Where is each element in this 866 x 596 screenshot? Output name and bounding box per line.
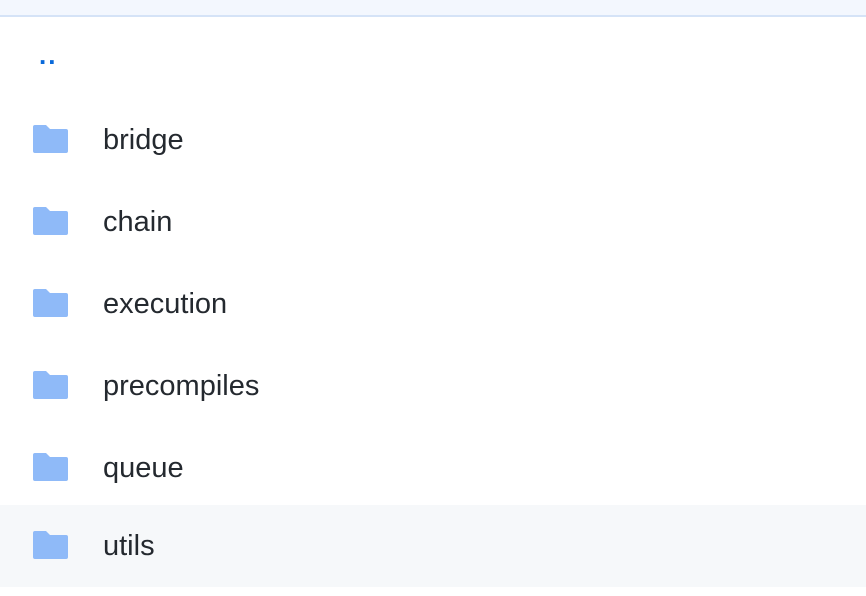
folder-icon <box>33 289 68 317</box>
folder-row-execution[interactable]: execution <box>0 263 866 345</box>
folder-name[interactable]: precompiles <box>103 369 259 403</box>
folder-row-chain[interactable]: chain <box>0 181 866 263</box>
folder-icon <box>33 125 68 153</box>
folder-row-bridge[interactable]: bridge <box>0 99 866 181</box>
folder-name[interactable]: chain <box>103 205 172 239</box>
folder-name[interactable]: queue <box>103 451 184 485</box>
folder-icon <box>33 207 68 235</box>
parent-directory-row[interactable]: .. <box>0 17 866 107</box>
folder-row-queue[interactable]: queue <box>0 427 866 509</box>
parent-directory-link[interactable]: .. <box>39 40 57 70</box>
file-list: .. bridge chain execution precompiles qu… <box>0 17 866 587</box>
folder-name[interactable]: bridge <box>103 123 184 157</box>
folder-row-utils[interactable]: utils <box>0 505 866 587</box>
top-border-strip <box>0 0 866 17</box>
folder-row-precompiles[interactable]: precompiles <box>0 345 866 427</box>
file-browser-page: .. bridge chain execution precompiles qu… <box>0 0 866 596</box>
folder-name[interactable]: utils <box>103 529 155 563</box>
folder-name[interactable]: execution <box>103 287 227 321</box>
folder-icon <box>33 371 68 399</box>
folder-icon <box>33 453 68 481</box>
folder-icon <box>33 531 68 559</box>
